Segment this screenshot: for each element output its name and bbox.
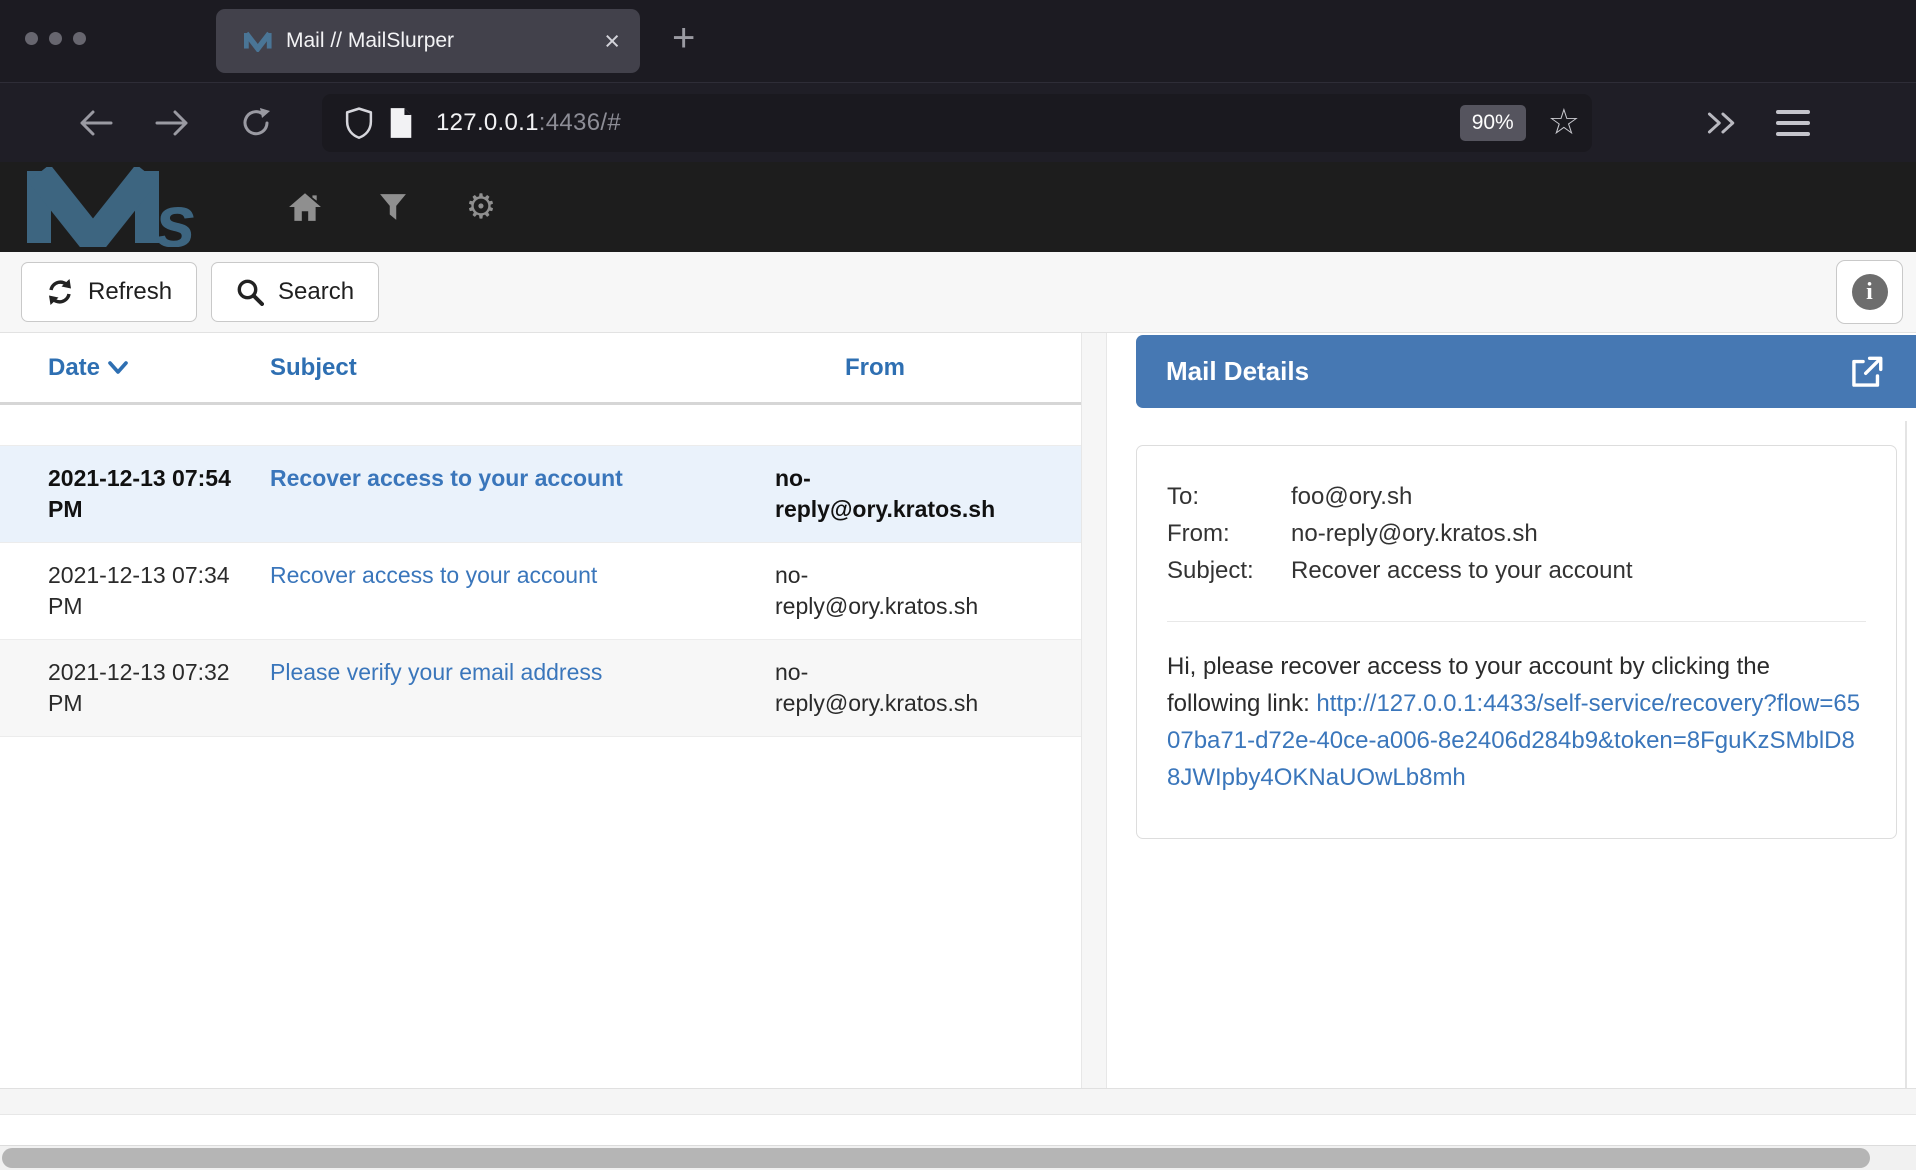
svg-text:s: s (155, 180, 196, 247)
url-text: 127.0.0.1:4436/# (436, 109, 1460, 137)
reload-icon[interactable] (238, 105, 274, 141)
panel-divider (1081, 333, 1107, 1088)
shield-icon[interactable] (342, 106, 376, 140)
url-bar[interactable]: 127.0.0.1:4436/# 90% ☆ (322, 94, 1592, 152)
filter-icon[interactable] (375, 189, 411, 225)
footer-strip (0, 1088, 1916, 1115)
mail-date: 2021-12-13 07:54 PM (0, 463, 250, 525)
menu-icon[interactable] (1776, 110, 1810, 136)
mail-detail-card: To:foo@ory.sh From:no-reply@ory.kratos.s… (1136, 445, 1897, 839)
bookmark-star-icon[interactable]: ☆ (1548, 105, 1580, 141)
from-value: no-reply@ory.kratos.sh (1291, 515, 1538, 552)
page-info-icon[interactable] (384, 106, 418, 140)
mailslurper-favicon (244, 30, 272, 52)
mail-subject-link[interactable]: Please verify your email address (270, 659, 602, 685)
mailslurper-navbar: s ⚙ (0, 162, 1916, 252)
forward-icon[interactable] (154, 105, 190, 141)
mailslurper-logo: s (27, 167, 227, 247)
subject-label: Subject: (1167, 552, 1291, 589)
to-label: To: (1167, 478, 1291, 515)
refresh-label: Refresh (88, 278, 172, 306)
mail-details-title: Mail Details (1136, 356, 1850, 387)
mail-from: no-reply@ory.kratos.sh (775, 463, 1081, 525)
mail-row[interactable]: 2021-12-13 07:32 PM Please verify your e… (0, 640, 1081, 737)
main-content: Date Subject From 2021-12-13 07:54 PM Re… (0, 333, 1916, 1088)
url-port-path: :4436/# (539, 109, 621, 136)
search-icon (236, 278, 264, 306)
mail-subject-link[interactable]: Recover access to your account (270, 465, 623, 491)
browser-titlebar: Mail // MailSlurper × + (0, 0, 1916, 82)
refresh-icon (46, 278, 74, 306)
window-controls[interactable] (25, 32, 86, 45)
action-toolbar: Refresh Search i (0, 252, 1916, 333)
open-external-icon[interactable] (1850, 355, 1884, 389)
refresh-button[interactable]: Refresh (21, 262, 197, 322)
new-tab-button[interactable]: + (672, 18, 695, 58)
scrollbar-thumb[interactable] (2, 1148, 1870, 1168)
overflow-chevrons-icon[interactable] (1704, 105, 1740, 141)
mail-date: 2021-12-13 07:34 PM (0, 560, 250, 622)
subject-value: Recover access to your account (1291, 552, 1633, 589)
info-icon: i (1852, 274, 1888, 310)
mail-from: no-reply@ory.kratos.sh (775, 560, 1081, 622)
sort-desc-icon (108, 361, 128, 375)
back-icon[interactable] (78, 105, 114, 141)
detail-divider (1167, 621, 1866, 622)
info-button[interactable]: i (1836, 260, 1903, 324)
mail-subject-link[interactable]: Recover access to your account (270, 562, 597, 588)
from-label: From: (1167, 515, 1291, 552)
search-button[interactable]: Search (211, 262, 379, 322)
column-header-from[interactable]: From (775, 354, 1081, 382)
mail-body: Hi, please recover access to your accoun… (1167, 648, 1866, 806)
column-header-subject[interactable]: Subject (270, 354, 775, 382)
browser-tab[interactable]: Mail // MailSlurper × (216, 9, 640, 73)
settings-gear-icon[interactable]: ⚙ (463, 189, 499, 225)
mail-row[interactable]: 2021-12-13 07:54 PM Recover access to yo… (0, 445, 1081, 543)
mail-list-header: Date Subject From (0, 333, 1081, 405)
column-header-date[interactable]: Date (0, 354, 270, 382)
mail-details-header: Mail Details (1136, 335, 1916, 408)
mail-row[interactable]: 2021-12-13 07:34 PM Recover access to yo… (0, 543, 1081, 640)
zoom-level-badge[interactable]: 90% (1460, 105, 1526, 141)
mail-rows: 2021-12-13 07:54 PM Recover access to yo… (0, 405, 1081, 737)
home-icon[interactable] (287, 189, 323, 225)
mail-from: no-reply@ory.kratos.sh (775, 657, 1081, 719)
page-bottom-gap (0, 1115, 1916, 1145)
tab-title: Mail // MailSlurper (286, 29, 600, 53)
browser-nav-toolbar: 127.0.0.1:4436/# 90% ☆ (0, 82, 1916, 162)
to-value: foo@ory.sh (1291, 478, 1412, 515)
mail-date: 2021-12-13 07:32 PM (0, 657, 250, 719)
mail-list-panel: Date Subject From 2021-12-13 07:54 PM Re… (0, 333, 1081, 1088)
mail-details-panel: Mail Details To:foo@ory.sh From:no-reply… (1107, 333, 1916, 1088)
tab-close-icon[interactable]: × (600, 28, 624, 55)
horizontal-scrollbar[interactable] (0, 1145, 1916, 1170)
search-label: Search (278, 278, 354, 306)
url-host: 127.0.0.1 (436, 109, 539, 136)
